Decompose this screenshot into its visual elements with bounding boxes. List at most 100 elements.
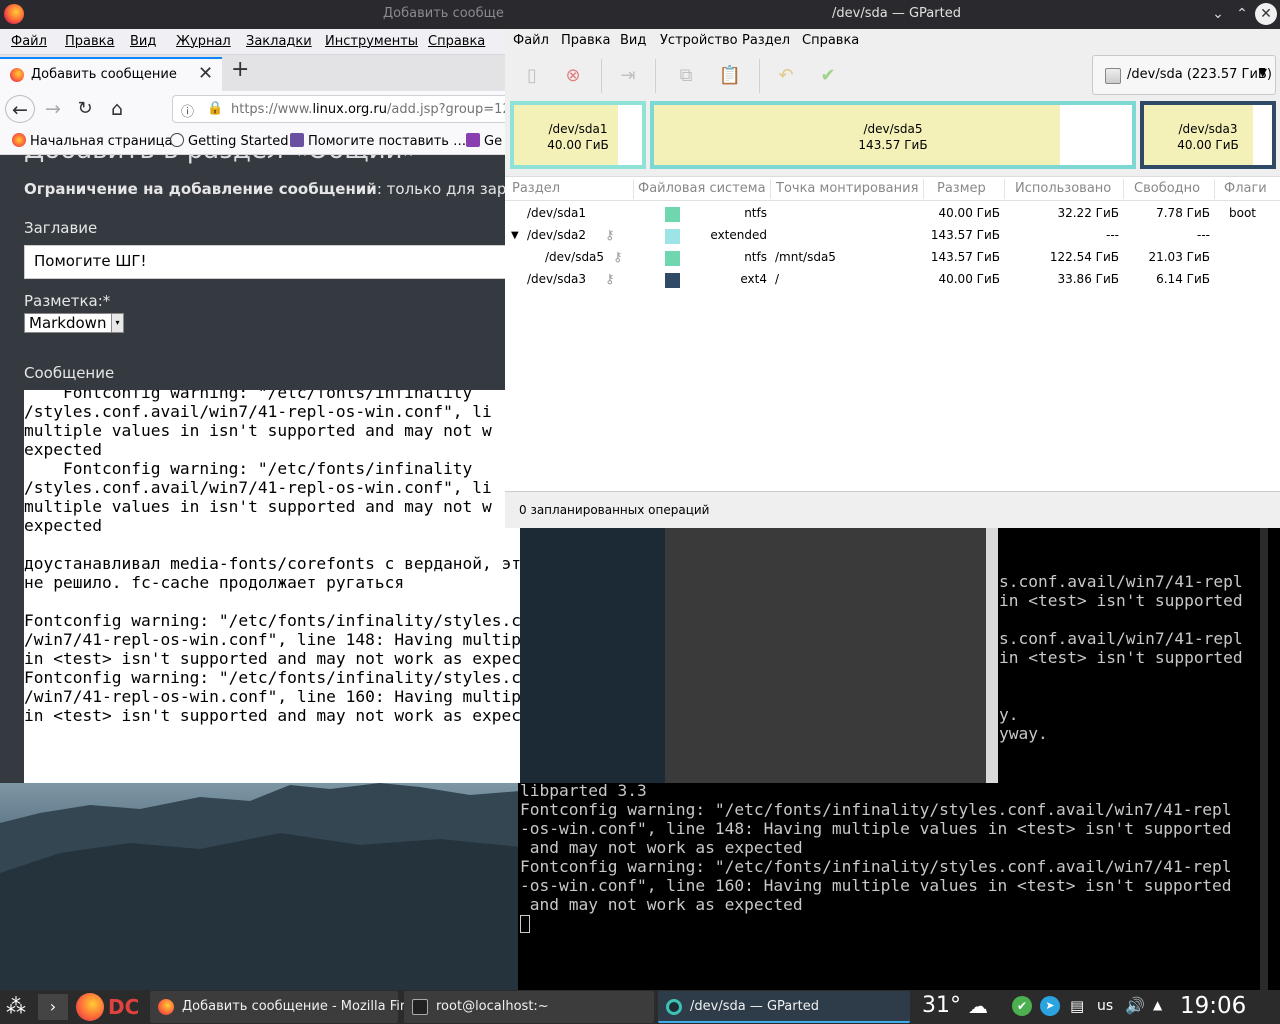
weather-temperature[interactable]: 31° xyxy=(922,993,961,1024)
menu-partition[interactable]: Раздел xyxy=(742,33,790,48)
task-terminal[interactable]: root@localhost:~ xyxy=(404,991,654,1023)
message-textarea[interactable]: Fontconfig warning: "/etc/fonts/infinali… xyxy=(24,390,520,783)
task-gparted[interactable]: /dev/sda — GParted xyxy=(658,991,910,1023)
copy-icon[interactable]: ⧉ xyxy=(673,63,699,89)
back-button[interactable]: ← xyxy=(5,95,35,123)
menu-edit[interactable]: Правка xyxy=(561,33,610,48)
terminal-output: s.conf.avail/win7/41-repl in <test> isn't… xyxy=(999,572,1243,743)
terminal-icon xyxy=(412,999,428,1015)
menu-view[interactable]: Вид xyxy=(130,34,156,49)
menu-gparted[interactable]: Файл xyxy=(513,33,549,48)
mountpoint: /mnt/sda5 xyxy=(775,250,836,264)
maximize-icon[interactable]: ⌃ xyxy=(1231,3,1253,25)
weather-cloud-icon[interactable]: ☁ xyxy=(968,994,988,1024)
filesystem: ntfs xyxy=(744,250,767,264)
column-partition[interactable]: Раздел xyxy=(512,181,560,196)
minimize-icon[interactable]: ⌄ xyxy=(1207,3,1229,25)
resize-move-icon[interactable]: ⇥ xyxy=(615,63,641,89)
column-size[interactable]: Размер xyxy=(937,181,986,196)
keyboard-layout[interactable]: us xyxy=(1097,998,1113,1024)
show-desktop-icon[interactable]: › xyxy=(38,994,68,1020)
close-tab-icon[interactable]: ✕ xyxy=(198,63,213,84)
partition-row[interactable]: /dev/sda3 ⚷ ext4 / 40.00 ГиБ 33.86 ГиБ 6.14 Ги… xyxy=(505,269,1280,291)
firefox-launcher-icon[interactable] xyxy=(76,993,104,1021)
partition-row[interactable]: /dev/sda5 ⚷ ntfs/mnt/sda5 143.57 ГиБ 122.54 … xyxy=(505,247,1280,269)
menu-help[interactable]: Справка xyxy=(428,34,485,49)
menu-history[interactable]: Журнал xyxy=(176,34,231,49)
column-used[interactable]: Использовано xyxy=(1015,181,1111,196)
posting-restriction: Ограничение на добавление сообщений: тол… xyxy=(24,180,520,198)
bookmark-home[interactable]: Начальная страница xyxy=(12,133,172,149)
lock-icon[interactable]: 🔒 xyxy=(207,101,223,116)
volume-icon[interactable]: 🔊 xyxy=(1125,996,1145,1024)
clock[interactable]: 19:06 xyxy=(1180,993,1246,1024)
updates-check-icon[interactable]: ✔ xyxy=(1012,996,1032,1016)
clipboard-icon[interactable]: ▤ xyxy=(1070,997,1084,1024)
paste-icon[interactable]: 📋 xyxy=(717,63,743,89)
filesystem-color-swatch xyxy=(665,251,680,266)
toolbar-separator xyxy=(601,59,602,93)
terminal-window[interactable]: libparted 3.3 Fontconfig warning: "/etc/f… xyxy=(518,783,1280,990)
menu-device[interactable]: Устройство xyxy=(660,33,738,48)
menu-bookmarks[interactable]: Закладки xyxy=(246,34,312,49)
partition-name: /dev/sda5 xyxy=(545,250,605,264)
mounted-key-icon: ⚷ xyxy=(613,250,623,265)
map-segment-sda5[interactable]: /dev/sda5 143.57 ГиБ xyxy=(654,105,1132,165)
gparted-titlebar[interactable]: /dev/sda — GParted ⌄ ⌃ ✕ xyxy=(505,0,1280,29)
menu-file[interactable]: Файл xyxy=(11,34,47,49)
forward-button[interactable]: → xyxy=(38,95,68,123)
column-separator xyxy=(923,179,924,199)
telegram-icon[interactable]: ➤ xyxy=(1040,996,1060,1016)
bookmark-getting-started[interactable]: Getting Started xyxy=(170,133,289,149)
scrollbar[interactable] xyxy=(1260,528,1268,784)
url-host: linux.org.ru xyxy=(312,102,388,117)
menu-view[interactable]: Вид xyxy=(620,33,646,48)
info-icon[interactable]: ⓘ xyxy=(181,101,194,120)
column-mountpoint[interactable]: Точка монтирования xyxy=(776,181,918,196)
application-launcher-icon[interactable]: ⁂ xyxy=(6,994,26,1024)
task-firefox[interactable]: Добавить сообщение - Mozilla Fir… xyxy=(150,991,418,1023)
close-icon[interactable]: ✕ xyxy=(1255,3,1277,25)
column-free[interactable]: Свободно xyxy=(1134,181,1200,196)
text-line: expected xyxy=(24,516,102,535)
column-flags[interactable]: Флаги xyxy=(1224,181,1267,196)
text-line: libparted 3.3 xyxy=(520,783,647,800)
apply-icon[interactable]: ✔ xyxy=(815,63,841,89)
map-segment-sda1[interactable]: /dev/sda1 40.00 ГиБ xyxy=(510,101,646,169)
title-input[interactable]: Помогите ШГ! xyxy=(24,245,520,279)
firefox-titlebar[interactable]: Добавить сообщен xyxy=(0,0,520,29)
scrollbar[interactable] xyxy=(986,528,998,784)
partition-row[interactable]: /dev/sda1 ntfs 40.00 ГиБ 32.22 ГиБ 7.78 ГиБ b… xyxy=(505,203,1280,225)
map-segment-extended[interactable]: /dev/sda5 143.57 ГиБ xyxy=(650,101,1136,169)
url-path: /add.jsp?group=126 xyxy=(387,102,519,117)
bookmark-ge[interactable]: Ge xyxy=(466,133,502,149)
device-selector[interactable]: /dev/sda (223.57 ГиБ) ▼ xyxy=(1092,55,1276,95)
expander-arrow-icon[interactable]: ▼ xyxy=(511,230,519,241)
tab-add-message[interactable]: Добавить сообщение ✕ xyxy=(0,57,222,91)
terminal-cursor xyxy=(520,915,530,933)
menu-tools[interactable]: Инструменты xyxy=(325,34,418,49)
new-partition-icon[interactable]: ▯ xyxy=(519,63,545,89)
partition-row[interactable]: ▼ /dev/sda2 ⚷ extended 143.57 ГиБ --- --- xyxy=(505,225,1280,247)
map-segment-sda3[interactable]: /dev/sda3 40.00 ГиБ xyxy=(1140,101,1276,169)
lor-icon xyxy=(290,133,304,147)
firefox-icon xyxy=(12,133,26,147)
column-filesystem[interactable]: Файловая система xyxy=(638,181,766,196)
used: 32.22 ГиБ xyxy=(1057,206,1119,220)
bookmark-help-install[interactable]: Помогите поставить … xyxy=(290,133,466,149)
undo-icon[interactable]: ↶ xyxy=(773,63,799,89)
tray-expand-icon[interactable]: ▲ xyxy=(1153,998,1162,1024)
flags: boot xyxy=(1229,206,1257,220)
menu-edit[interactable]: Правка xyxy=(65,34,114,49)
markup-select[interactable]: Markdown ▾ xyxy=(24,313,124,333)
home-button[interactable]: ⌂ xyxy=(102,95,132,123)
doublecmd-icon[interactable]: DC xyxy=(108,993,144,1021)
globe-icon xyxy=(170,133,184,147)
delete-icon[interactable]: ⊗ xyxy=(560,63,586,89)
text-line: Fontconfig warning: "/etc/fonts/infinali… xyxy=(24,611,520,630)
scrollbar[interactable] xyxy=(1260,783,1268,990)
reload-button[interactable]: ↻ xyxy=(70,95,100,123)
url-bar[interactable]: ⓘ 🔒 https://www.linux.org.ru/add.jsp?gro… xyxy=(172,95,520,123)
new-tab-icon[interactable]: + xyxy=(231,57,249,82)
menu-help[interactable]: Справка xyxy=(802,33,859,48)
